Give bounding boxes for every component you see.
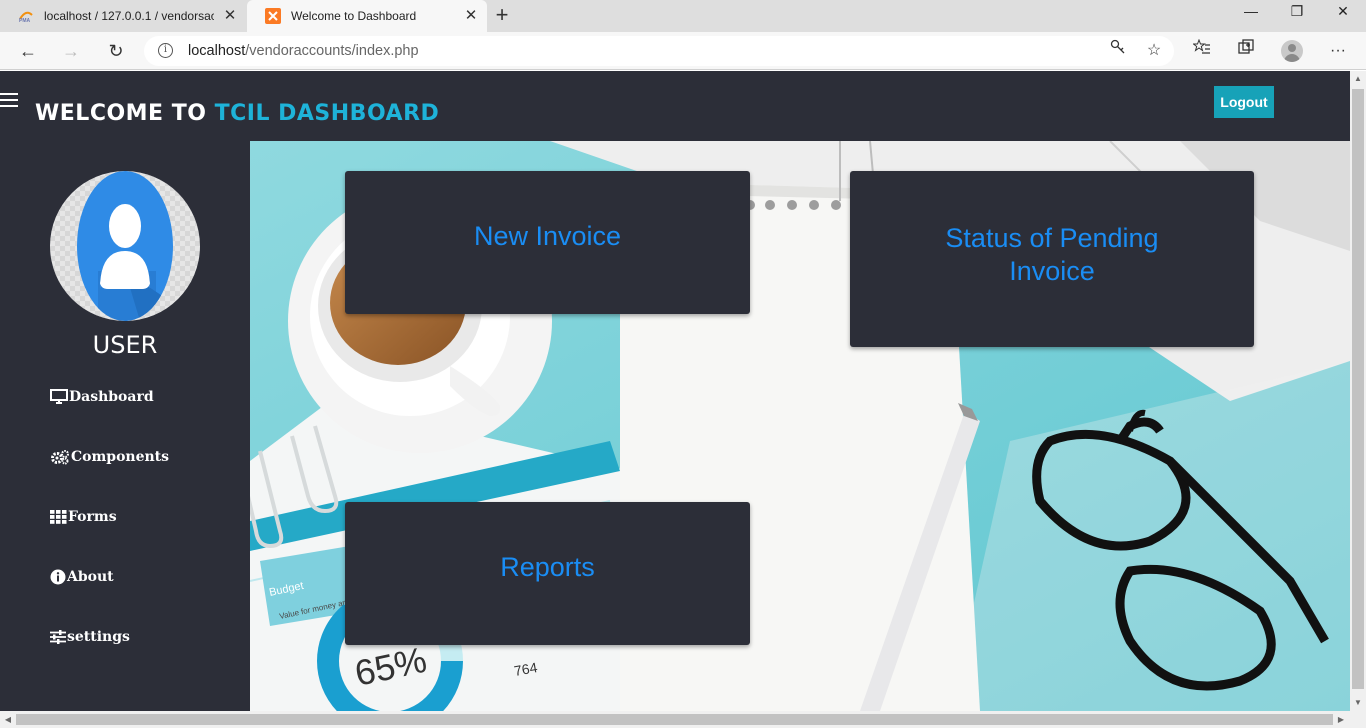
gears-icon (50, 449, 70, 465)
vertical-scrollbar[interactable]: ▲ ▼ (1350, 71, 1366, 711)
vertical-scroll-thumb[interactable] (1352, 89, 1364, 689)
username: USER (92, 331, 158, 359)
main-content: Budget Value for money and 65% 764 New I… (250, 141, 1350, 711)
scroll-up-icon[interactable]: ▲ (1350, 71, 1366, 87)
reports-card[interactable]: Reports (345, 502, 750, 645)
phpmyadmin-icon: PMA (18, 8, 34, 24)
browser-tab-dashboard[interactable]: Welcome to Dashboard ✕ (247, 0, 487, 32)
collections-icon[interactable] (1234, 39, 1258, 63)
grid-icon (50, 510, 67, 524)
sidebar-item-forms[interactable]: Forms (50, 506, 117, 528)
more-options-icon[interactable]: ··· (1326, 39, 1350, 63)
horizontal-scroll-thumb[interactable] (16, 714, 1333, 725)
tab-title: Welcome to Dashboard (291, 9, 417, 23)
sidebar-item-label: Forms (68, 509, 117, 525)
browser-toolbar: ← → ↻ i localhost/vendoraccounts/index.p… (0, 32, 1366, 70)
favorite-star-icon[interactable]: ☆ (1142, 39, 1166, 63)
browser-tab-phpmyadmin[interactable]: PMA localhost / 127.0.0.1 / vendorsaccou… (0, 0, 246, 32)
sidebar-item-dashboard[interactable]: Dashboard (50, 386, 154, 408)
tab-title: localhost / 127.0.0.1 / vendorsaccounts (44, 9, 214, 23)
scroll-right-icon[interactable]: ▶ (1333, 711, 1349, 728)
svg-text:PMA: PMA (19, 18, 31, 23)
pending-invoice-status-link[interactable]: Status of Pending Invoice (927, 222, 1177, 288)
reports-link[interactable]: Reports (500, 551, 595, 584)
hamburger-menu-icon[interactable] (0, 93, 18, 107)
monitor-icon (50, 389, 68, 405)
horizontal-scrollbar[interactable]: ◀ ▶ (0, 711, 1366, 728)
close-tab-icon[interactable]: ✕ (222, 8, 238, 24)
refresh-icon[interactable]: ↻ (103, 39, 129, 63)
info-icon (50, 569, 66, 585)
sidebar-item-about[interactable]: About (50, 566, 114, 588)
favorites-list-icon[interactable] (1190, 38, 1214, 63)
address-bar[interactable]: i localhost/vendoraccounts/index.php (144, 36, 1174, 66)
restore-icon[interactable]: ❐ (1274, 0, 1320, 24)
sliders-icon (50, 630, 66, 644)
user-icon (77, 171, 173, 321)
browser-tab-strip: PMA localhost / 127.0.0.1 / vendorsaccou… (0, 0, 1366, 32)
minimize-icon[interactable]: — (1228, 0, 1274, 24)
scroll-left-icon[interactable]: ◀ (0, 711, 16, 728)
sidebar-item-label: About (67, 569, 114, 585)
key-icon[interactable] (1106, 39, 1130, 63)
profile-icon[interactable] (1281, 40, 1303, 62)
close-tab-icon[interactable]: ✕ (463, 8, 479, 24)
new-tab-icon[interactable]: + (492, 4, 512, 28)
page-title: WELCOME TO TCIL DASHBOARD (35, 101, 440, 126)
app-header: WELCOME TO TCIL DASHBOARD Logout (0, 71, 1350, 141)
back-arrow-icon[interactable]: ← (15, 39, 41, 63)
pending-invoice-status-card[interactable]: Status of Pending Invoice (850, 171, 1254, 347)
sidebar: USER Dashboard Components Forms About se… (0, 141, 250, 711)
sidebar-item-label: Components (71, 449, 170, 465)
new-invoice-card[interactable]: New Invoice (345, 171, 750, 314)
sidebar-item-label: Dashboard (69, 389, 154, 405)
forward-arrow-icon[interactable]: → (58, 39, 84, 63)
scroll-down-icon[interactable]: ▼ (1350, 695, 1366, 711)
sidebar-item-label: settings (67, 629, 130, 645)
sidebar-item-components[interactable]: Components (50, 446, 169, 468)
new-invoice-link[interactable]: New Invoice (474, 220, 621, 253)
xampp-icon (265, 8, 281, 24)
info-icon[interactable]: i (158, 43, 173, 58)
sidebar-item-settings[interactable]: settings (50, 626, 130, 648)
url-text[interactable]: localhost/vendoraccounts/index.php (188, 43, 419, 59)
user-avatar (50, 171, 200, 321)
close-window-icon[interactable]: ✕ (1320, 0, 1366, 24)
logout-button[interactable]: Logout (1214, 86, 1274, 118)
